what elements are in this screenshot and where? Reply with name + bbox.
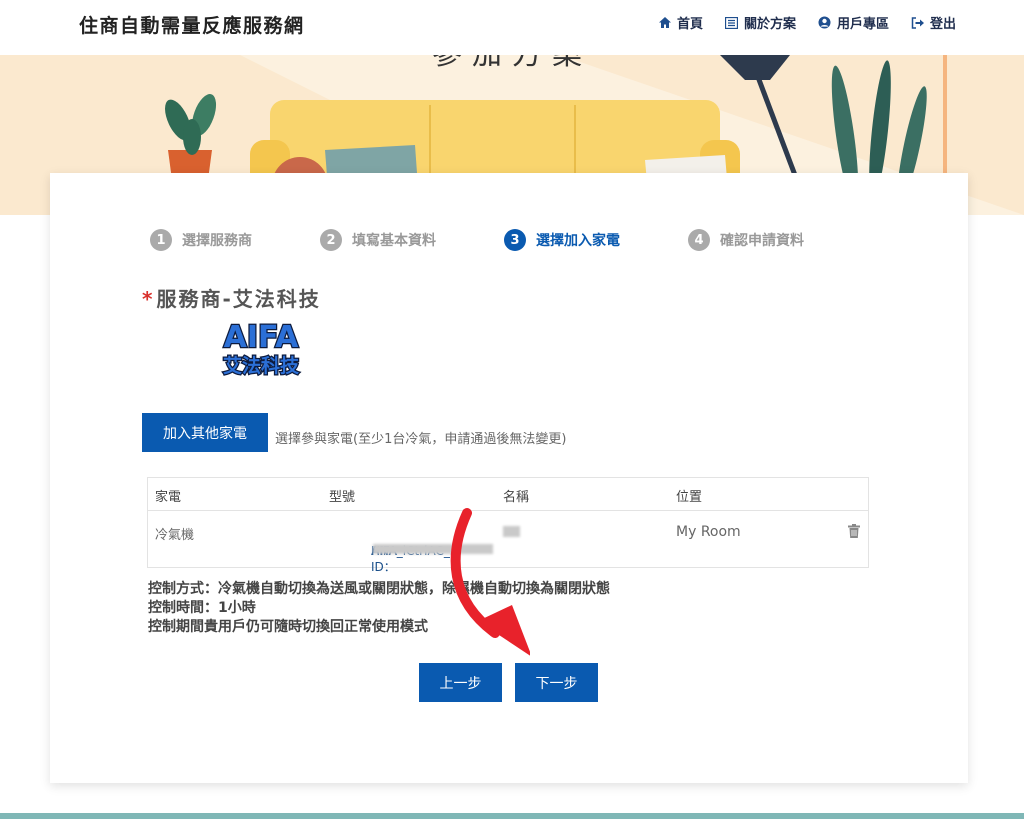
home-icon	[658, 16, 672, 30]
nav-about[interactable]: 關於方案	[725, 13, 796, 32]
control-duration: 控制時間：1小時	[148, 600, 256, 616]
list-icon	[725, 16, 739, 30]
step-1: 1 選擇服務商	[150, 229, 252, 251]
nav-home-label: 首頁	[676, 17, 703, 32]
step-label: 選擇服務商	[182, 233, 252, 249]
column-model: 型號	[329, 490, 356, 505]
user-circle-icon	[818, 16, 832, 30]
hna-id-redacted	[373, 544, 493, 554]
appliance-hint: 選擇參與家電(至少1台冷氣，申請通過後無法變更)	[275, 432, 567, 447]
step-label: 確認申請資料	[720, 233, 804, 249]
table-header: 家電 型號 名稱 位置	[148, 478, 868, 511]
nav-about-label: 關於方案	[743, 17, 796, 32]
appliance-table: 家電 型號 名稱 位置 冷氣機 My Room HNA ID：AIFA_iCtr…	[147, 477, 869, 574]
control-method: 控制方式：冷氣機自動切換為送風或關閉狀態，除濕機自動切換為關閉狀態	[148, 581, 610, 597]
control-info: 控制方式：冷氣機自動切換為送風或關閉狀態，除濕機自動切換為關閉狀態 控制時間：1…	[148, 580, 610, 637]
step-3-active: 3 選擇加入家電	[504, 229, 620, 251]
step-4: 4 確認申請資料	[688, 229, 804, 251]
application-card: 1 選擇服務商 2 填寫基本資料 3 選擇加入家電 4 確認申請資料 * 服務商-…	[50, 173, 968, 783]
column-name: 名稱	[503, 490, 530, 505]
aifa-logo: AIFA 艾法科技	[222, 319, 302, 379]
step-2: 2 填寫基本資料	[320, 229, 436, 251]
trash-icon[interactable]	[848, 524, 860, 538]
cell-location: My Room	[676, 524, 741, 540]
logo-text-bottom: 艾法科技	[223, 354, 300, 377]
step-number: 3	[504, 229, 526, 251]
nav-logout-label: 登出	[929, 17, 956, 32]
logo-text-top: AIFA	[224, 320, 299, 355]
nav-user-area[interactable]: 用戶專區	[818, 13, 889, 32]
column-location: 位置	[676, 490, 703, 505]
footer-strip	[0, 813, 1024, 819]
next-step-button[interactable]: 下一步	[515, 663, 598, 702]
control-note: 控制期間貴用戶仍可隨時切換回正常使用模式	[148, 619, 428, 635]
hero-title: 參加方案	[0, 55, 1024, 73]
site-header: 住商自動需量反應服務網 首頁 關於方案 用戶專區 登出	[0, 0, 1024, 55]
table-row: 冷氣機 My Room HNA ID：AIFA_iCtrlAC_3	[148, 511, 868, 574]
step-number: 4	[688, 229, 710, 251]
provider-name: 服務商-艾法科技	[156, 287, 321, 311]
step-number: 1	[150, 229, 172, 251]
column-appliance: 家電	[155, 490, 182, 505]
prev-step-button[interactable]: 上一步	[419, 663, 502, 702]
required-mark: *	[142, 287, 155, 311]
nav-user-area-label: 用戶專區	[836, 17, 889, 32]
step-label: 填寫基本資料	[352, 233, 436, 249]
progress-steps: 1 選擇服務商 2 填寫基本資料 3 選擇加入家電 4 確認申請資料	[150, 229, 872, 251]
cell-name-redacted	[503, 526, 520, 537]
top-nav: 首頁 關於方案 用戶專區 登出	[658, 13, 956, 32]
step-label: 選擇加入家電	[536, 233, 620, 249]
provider-heading: * 服務商-艾法科技	[142, 283, 321, 312]
site-title[interactable]: 住商自動需量反應服務網	[79, 11, 305, 38]
step-number: 2	[320, 229, 342, 251]
nav-home[interactable]: 首頁	[658, 13, 703, 32]
add-appliance-button[interactable]: 加入其他家電	[142, 413, 268, 452]
nav-logout[interactable]: 登出	[911, 13, 956, 32]
logout-icon	[911, 16, 925, 30]
cell-appliance: 冷氣機	[155, 528, 195, 543]
